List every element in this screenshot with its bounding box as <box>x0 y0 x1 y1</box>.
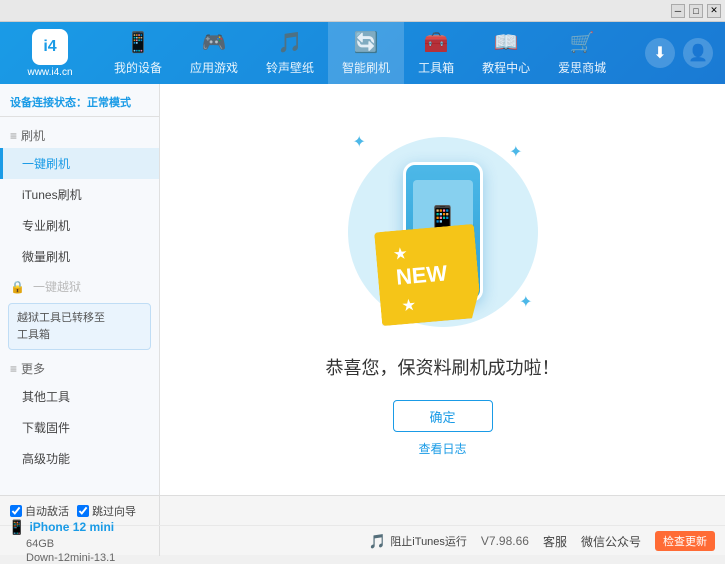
title-bar: ─ □ ✕ <box>0 0 725 22</box>
auto-dismiss-input[interactable] <box>10 505 22 517</box>
device-status: 设备连接状态：正常模式 <box>0 88 159 117</box>
skip-wizard-checkbox[interactable]: 跳过向导 <box>77 503 136 519</box>
skip-wizard-input[interactable] <box>77 505 89 517</box>
status-label: 设备连接状态： <box>10 97 87 109</box>
sidebar-item-download-firmware[interactable]: 下载固件 <box>0 412 159 443</box>
logo-url: www.i4.cn <box>27 67 72 78</box>
section-jailbreak: 🔒 一键越狱 <box>0 272 159 299</box>
apps-games-icon: 🎮 <box>202 30 227 55</box>
main-content: ✦ ✦ ✦ 📱 NEW 恭喜您，保资料刷机成功啦！ 确定 查看日志 <box>160 84 725 495</box>
nav-toolbox-label: 工具箱 <box>418 59 454 76</box>
query-log-link[interactable]: 查看日志 <box>418 440 466 457</box>
footer: 自动敌活 跳过向导 📱 iPhone 12 mini 64GB Down-12m… <box>0 495 725 555</box>
nav-tutorials-label: 教程中心 <box>482 59 530 76</box>
phone-small-icon: 📱 <box>8 519 25 536</box>
section-flash: ≡ 刷机 <box>0 121 159 148</box>
nav-toolbox[interactable]: 🧰 工具箱 <box>404 22 468 84</box>
logo[interactable]: i4 www.i4.cn <box>0 29 100 78</box>
nav-items: 📱 我的设备 🎮 应用游戏 🎵 铃声壁纸 🔄 智能刷机 🧰 工具箱 📖 教程中心… <box>100 22 645 84</box>
itunes-status: 🎵 阻止iTunes运行 <box>369 533 467 550</box>
main-layout: 设备连接状态：正常模式 ≡ 刷机 一键刷机 iTunes刷机 专业刷机 微量刷机… <box>0 84 725 495</box>
footer-row-device: 📱 iPhone 12 mini 64GB Down-12mini-13.1 🎵… <box>0 526 725 556</box>
nav-ringtones-label: 铃声壁纸 <box>266 59 314 76</box>
logo-icon-text: i4 <box>43 38 56 56</box>
jailbreak-section-title: 一键越狱 <box>33 278 81 295</box>
version-label: V7.98.66 <box>481 534 529 548</box>
device-firmware: Down-12mini-13.1 <box>26 552 115 564</box>
toolbox-icon: 🧰 <box>424 30 449 55</box>
sidebar: 设备连接状态：正常模式 ≡ 刷机 一键刷机 iTunes刷机 专业刷机 微量刷机… <box>0 84 160 495</box>
sparkle-icon-1: ✦ <box>353 132 366 152</box>
lock-icon: 🔒 <box>10 280 25 294</box>
footer-right: 🎵 阻止iTunes运行 V7.98.66 客服 微信公众号 检查更新 <box>160 531 725 551</box>
nav-my-device-label: 我的设备 <box>114 59 162 76</box>
nav-smart-flash[interactable]: 🔄 智能刷机 <box>328 22 404 84</box>
ringtones-icon: 🎵 <box>278 30 303 55</box>
nav-apps-games-label: 应用游戏 <box>190 59 238 76</box>
more-section-icon: ≡ <box>10 362 17 376</box>
new-banner: NEW <box>374 224 482 326</box>
close-button[interactable]: ✕ <box>707 4 721 18</box>
download-button[interactable]: ⬇ <box>645 38 675 68</box>
sidebar-item-other-tools[interactable]: 其他工具 <box>0 381 159 412</box>
nav-ringtones[interactable]: 🎵 铃声壁纸 <box>252 22 328 84</box>
sidebar-item-pro-flash[interactable]: 专业刷机 <box>0 210 159 241</box>
status-value: 正常模式 <box>87 97 131 109</box>
sparkle-icon-2: ✦ <box>509 142 522 162</box>
flash-section-title: 刷机 <box>21 127 45 144</box>
confirm-button[interactable]: 确定 <box>393 400 493 432</box>
nav-store-label: 爱思商城 <box>558 59 606 76</box>
nav-apps-games[interactable]: 🎮 应用游戏 <box>176 22 252 84</box>
check-update-button[interactable]: 检查更新 <box>655 531 715 551</box>
header: i4 www.i4.cn 📱 我的设备 🎮 应用游戏 🎵 铃声壁纸 🔄 智能刷机… <box>0 22 725 84</box>
window-controls: ─ □ ✕ <box>671 4 721 18</box>
nav-my-device[interactable]: 📱 我的设备 <box>100 22 176 84</box>
sparkle-icon-3: ✦ <box>519 292 532 312</box>
device-name: iPhone 12 mini <box>29 520 114 534</box>
nav-smart-flash-label: 智能刷机 <box>342 59 390 76</box>
jailbreak-note: 越狱工具已转移至工具箱 <box>8 303 151 350</box>
sidebar-item-advanced[interactable]: 高级功能 <box>0 443 159 474</box>
nav-tutorials[interactable]: 📖 教程中心 <box>468 22 544 84</box>
smart-flash-icon: 🔄 <box>354 30 379 55</box>
itunes-icon: 🎵 <box>369 533 386 550</box>
device-storage: 64GB <box>26 538 54 550</box>
sidebar-item-one-click-flash[interactable]: 一键刷机 <box>0 148 159 179</box>
footer-device-info: 📱 iPhone 12 mini 64GB Down-12mini-13.1 <box>0 526 160 556</box>
customer-service-link[interactable]: 客服 <box>543 533 567 550</box>
header-right-buttons: ⬇ 👤 <box>645 38 725 68</box>
logo-icon: i4 <box>32 29 68 65</box>
my-device-icon: 📱 <box>126 30 151 55</box>
auto-dismiss-checkbox[interactable]: 自动敌活 <box>10 503 69 519</box>
tutorials-icon: 📖 <box>494 30 519 55</box>
maximize-button[interactable]: □ <box>689 4 703 18</box>
user-button[interactable]: 👤 <box>683 38 713 68</box>
minimize-button[interactable]: ─ <box>671 4 685 18</box>
nav-store[interactable]: 🛒 爱思商城 <box>544 22 620 84</box>
more-section-title: 更多 <box>21 360 45 377</box>
section-more: ≡ 更多 <box>0 354 159 381</box>
sidebar-item-itunes-flash[interactable]: iTunes刷机 <box>0 179 159 210</box>
sidebar-item-micro-flash[interactable]: 微量刷机 <box>0 241 159 272</box>
flash-section-icon: ≡ <box>10 129 17 143</box>
store-icon: 🛒 <box>570 30 595 55</box>
phone-illustration: ✦ ✦ ✦ 📱 NEW <box>343 122 543 342</box>
success-message: 恭喜您，保资料刷机成功啦！ <box>326 354 560 380</box>
wechat-link[interactable]: 微信公众号 <box>581 533 641 550</box>
